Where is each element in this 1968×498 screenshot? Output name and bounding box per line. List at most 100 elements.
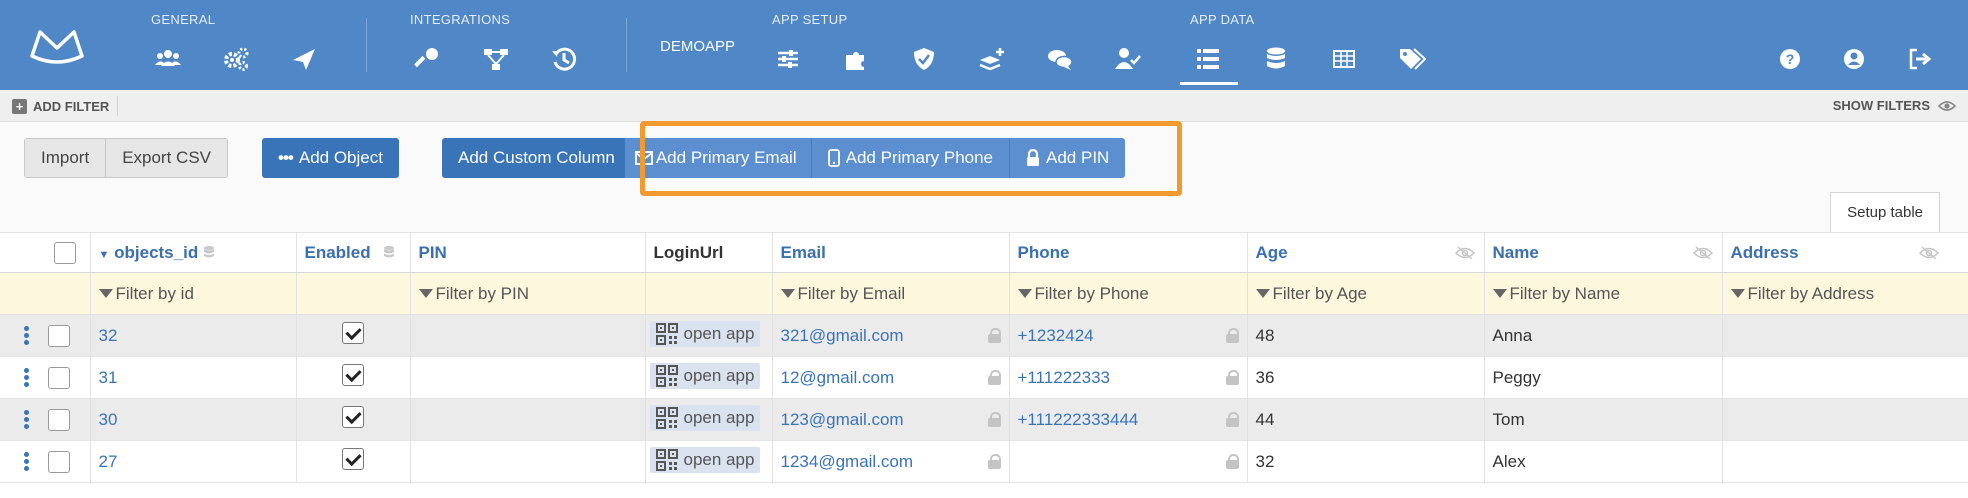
column-header-objects-id[interactable]: ▼ objects_id bbox=[90, 232, 297, 273]
hidden-eye-icon[interactable] bbox=[1692, 245, 1714, 260]
row-menu-icon[interactable] bbox=[24, 450, 30, 473]
database-icon[interactable] bbox=[1256, 42, 1296, 76]
row-select-checkbox[interactable] bbox=[48, 324, 70, 347]
cell-name[interactable]: Peggy bbox=[1484, 356, 1723, 399]
cell-phone[interactable]: +1232424 bbox=[1009, 314, 1248, 357]
filter-age-input[interactable]: Filter by Age bbox=[1247, 272, 1485, 315]
object-id-link[interactable]: 32 bbox=[99, 326, 118, 345]
cell-phone[interactable]: +111222333444 bbox=[1009, 398, 1248, 441]
cell-address[interactable] bbox=[1722, 398, 1968, 441]
cell-address[interactable] bbox=[1722, 314, 1968, 357]
add-filter-button[interactable]: + ADD FILTER bbox=[6, 96, 119, 116]
select-all-checkbox[interactable] bbox=[53, 241, 76, 264]
cell-name[interactable]: Anna bbox=[1484, 314, 1723, 357]
logout-icon[interactable] bbox=[1900, 42, 1940, 76]
gears-icon[interactable] bbox=[216, 42, 256, 76]
column-header-pin[interactable]: PIN bbox=[410, 232, 646, 273]
app-logo-icon[interactable] bbox=[28, 26, 86, 66]
open-app-button[interactable]: open app bbox=[649, 363, 761, 389]
users-icon[interactable] bbox=[148, 42, 188, 76]
cell-phone[interactable]: +111222333 bbox=[1009, 356, 1248, 399]
table-icon[interactable] bbox=[1324, 42, 1364, 76]
row-menu-icon[interactable] bbox=[24, 408, 30, 431]
cell-pin[interactable] bbox=[410, 440, 646, 483]
cell-email[interactable]: 12@gmail.com bbox=[772, 356, 1010, 399]
chat-icon[interactable] bbox=[1040, 42, 1080, 76]
cell-age[interactable]: 48 bbox=[1247, 314, 1485, 357]
cell-objects-id[interactable]: 32 bbox=[90, 314, 297, 357]
enabled-checkbox[interactable] bbox=[342, 406, 364, 428]
filter-email-input[interactable]: Filter by Email bbox=[772, 272, 1010, 315]
help-icon[interactable]: ? bbox=[1770, 42, 1810, 76]
cell-phone[interactable] bbox=[1009, 440, 1248, 483]
row-select-checkbox[interactable] bbox=[48, 408, 70, 431]
account-icon[interactable] bbox=[1834, 42, 1874, 76]
history-icon[interactable] bbox=[544, 42, 584, 76]
row-menu-icon[interactable] bbox=[24, 324, 30, 347]
cell-email[interactable]: 321@gmail.com bbox=[772, 314, 1010, 357]
key-icon[interactable] bbox=[408, 42, 448, 76]
object-id-link[interactable]: 27 bbox=[99, 452, 118, 471]
filter-id-input[interactable]: Filter by id bbox=[90, 272, 297, 315]
object-id-link[interactable]: 31 bbox=[99, 368, 118, 387]
filter-name-input[interactable]: Filter by Name bbox=[1484, 272, 1723, 315]
open-app-button[interactable]: open app bbox=[649, 321, 761, 347]
cell-pin[interactable] bbox=[410, 398, 646, 441]
import-button[interactable]: Import bbox=[24, 138, 107, 178]
enabled-checkbox[interactable] bbox=[342, 448, 364, 470]
cell-name[interactable]: Alex bbox=[1484, 440, 1723, 483]
open-app-button[interactable]: open app bbox=[649, 447, 761, 473]
cell-address[interactable] bbox=[1722, 440, 1968, 483]
layers-add-icon[interactable] bbox=[972, 42, 1012, 76]
table-row[interactable]: 32 open app 321@gmail.com +1232424 48 An… bbox=[0, 314, 1968, 357]
column-header-age[interactable]: Age bbox=[1247, 232, 1485, 273]
column-header-email[interactable]: Email bbox=[772, 232, 1010, 273]
filter-pin-input[interactable]: Filter by PIN bbox=[410, 272, 646, 315]
cell-pin[interactable] bbox=[410, 314, 646, 357]
cell-age[interactable]: 44 bbox=[1247, 398, 1485, 441]
puzzle-icon[interactable] bbox=[836, 42, 876, 76]
cell-pin[interactable] bbox=[410, 356, 646, 399]
column-header-address[interactable]: Address bbox=[1722, 232, 1968, 273]
hierarchy-icon[interactable] bbox=[476, 42, 516, 76]
object-id-link[interactable]: 30 bbox=[99, 410, 118, 429]
export-csv-button[interactable]: Export CSV bbox=[106, 138, 228, 178]
filter-address-input[interactable]: Filter by Address bbox=[1722, 272, 1968, 315]
column-header-loginurl[interactable]: LoginUrl bbox=[645, 232, 773, 273]
show-filters-toggle[interactable]: SHOW FILTERS bbox=[1833, 98, 1956, 113]
cell-age[interactable]: 36 bbox=[1247, 356, 1485, 399]
tags-icon[interactable] bbox=[1392, 42, 1432, 76]
add-custom-column-button[interactable]: Add Custom Column bbox=[442, 138, 625, 178]
sliders-icon[interactable] bbox=[768, 42, 808, 76]
hidden-eye-icon[interactable] bbox=[1918, 245, 1940, 260]
setup-table-button[interactable]: Setup table bbox=[1830, 192, 1940, 232]
list-icon[interactable] bbox=[1188, 42, 1228, 76]
shield-icon[interactable] bbox=[904, 42, 944, 76]
open-app-button[interactable]: open app bbox=[649, 405, 761, 431]
table-row[interactable]: 30 open app 123@gmail.com +111222333444 … bbox=[0, 398, 1968, 441]
cell-name[interactable]: Tom bbox=[1484, 398, 1723, 441]
add-object-button[interactable]: ••• Add Object bbox=[262, 138, 399, 178]
cell-objects-id[interactable]: 27 bbox=[90, 440, 297, 483]
user-check-icon[interactable] bbox=[1108, 42, 1148, 76]
send-icon[interactable] bbox=[284, 42, 324, 76]
cell-objects-id[interactable]: 30 bbox=[90, 398, 297, 441]
hidden-eye-icon[interactable] bbox=[1454, 245, 1476, 260]
enabled-checkbox[interactable] bbox=[342, 322, 364, 344]
enabled-checkbox[interactable] bbox=[342, 364, 364, 386]
row-select-checkbox[interactable] bbox=[48, 366, 70, 389]
column-header-enabled[interactable]: Enabled bbox=[296, 232, 411, 273]
cell-address[interactable] bbox=[1722, 356, 1968, 399]
table-row[interactable]: 27 open app 1234@gmail.com 32 Alex bbox=[0, 440, 1968, 483]
cell-email[interactable]: 1234@gmail.com bbox=[772, 440, 1010, 483]
cell-age[interactable]: 32 bbox=[1247, 440, 1485, 483]
table-row[interactable]: 31 open app 12@gmail.com +111222333 36 P… bbox=[0, 356, 1968, 399]
column-header-phone[interactable]: Phone bbox=[1009, 232, 1248, 273]
row-select-checkbox[interactable] bbox=[48, 450, 70, 473]
row-menu-icon[interactable] bbox=[24, 366, 30, 389]
filter-phone-input[interactable]: Filter by Phone bbox=[1009, 272, 1248, 315]
cell-objects-id[interactable]: 31 bbox=[90, 356, 297, 399]
app-name-label[interactable]: DEMOAPP bbox=[660, 38, 735, 55]
cell-email[interactable]: 123@gmail.com bbox=[772, 398, 1010, 441]
column-header-name[interactable]: Name bbox=[1484, 232, 1723, 273]
